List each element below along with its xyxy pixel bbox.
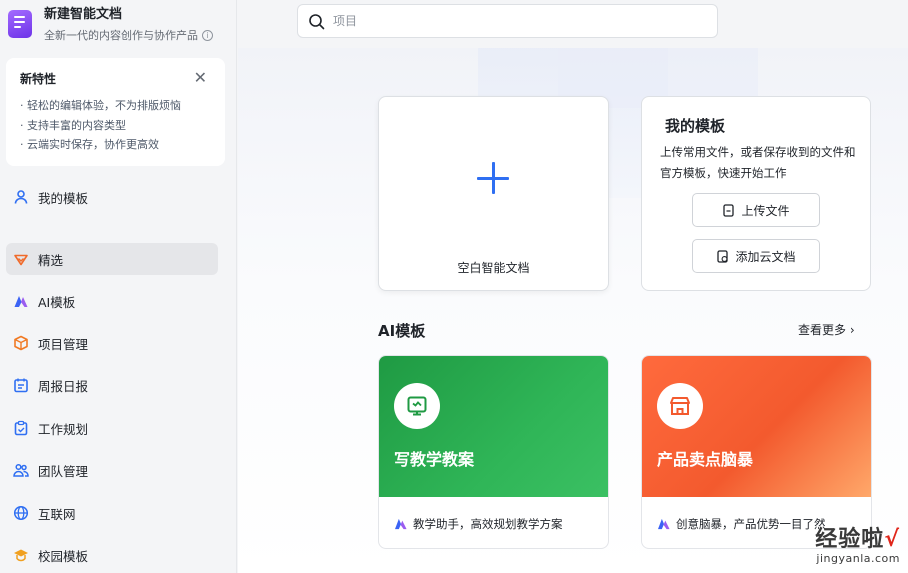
sidebar-item-label: 精选 [38, 252, 64, 268]
sidebar-item-my-templates[interactable]: 我的模板 [6, 181, 218, 213]
blank-smart-doc-card[interactable]: 空白智能文档 [378, 96, 609, 291]
my-templates-title: 我的模板 [665, 117, 726, 135]
my-templates-card: 我的模板 上传常用文件，或者保存收到的文件和官方模板，快速开始工作 上传文件 添… [641, 96, 871, 291]
sidebar-item-work-planning[interactable]: 工作规划 [6, 412, 218, 444]
blank-doc-label: 空白智能文档 [457, 261, 530, 275]
feature-item: · 轻松的编辑体验，不为排版烦恼 [20, 99, 181, 112]
template-card-teaching-plan[interactable]: 写教学教案 教学助手，高效规划教学方案 [378, 355, 609, 549]
brand-title: 新建智能文档 [44, 7, 123, 22]
sidebar-item-weekly-daily[interactable]: 周报日报 [6, 369, 218, 401]
watermark-url: jingyanla.com [816, 552, 900, 565]
user-icon [13, 189, 29, 205]
view-more-link[interactable]: 查看更多 › [798, 321, 855, 338]
feature-card-title: 新特性 [20, 72, 57, 86]
team-icon [13, 462, 29, 478]
doc-logo-icon [8, 10, 32, 38]
search-icon [309, 13, 325, 29]
sidebar-item-label: 工作规划 [38, 421, 89, 437]
sidebar-item-internet[interactable]: 互联网 [6, 497, 218, 529]
ai-logo-icon [395, 518, 407, 529]
ai-logo-icon [658, 518, 670, 529]
sidebar-item-team-management[interactable]: 团队管理 [6, 454, 218, 486]
template-card-banner: 写教学教案 [379, 356, 608, 497]
template-card-title: 产品卖点脑暴 [657, 450, 754, 469]
sidebar-item-label: 团队管理 [38, 463, 89, 479]
selected-icon [13, 251, 29, 267]
watermark-text: 经验啦 [815, 527, 885, 552]
sidebar-item-label: 互联网 [38, 506, 76, 522]
search-input[interactable] [333, 14, 693, 28]
upload-file-button[interactable]: 上传文件 [692, 193, 820, 227]
sidebar-item-label: 我的模板 [38, 190, 89, 206]
plus-icon [477, 162, 509, 194]
lesson-board-icon [394, 383, 440, 429]
template-card-title: 写教学教案 [394, 450, 475, 469]
template-card-description: 教学助手，高效规划教学方案 [413, 516, 563, 531]
brand-subtitle: 全新一代的内容创作与协作产品 [44, 29, 198, 42]
feature-item: · 云端实时保存，协作更高效 [20, 138, 159, 151]
clipboard-icon [13, 420, 29, 436]
add-cloud-doc-button[interactable]: 添加云文档 [692, 239, 820, 273]
sidebar: 新建智能文档 全新一代的内容创作与协作产品 i 新特性 ✕ · 轻松的编辑体验，… [0, 0, 237, 573]
brand-header[interactable]: 新建智能文档 全新一代的内容创作与协作产品 i [8, 6, 213, 43]
ai-logo-icon [13, 293, 29, 309]
close-icon[interactable]: ✕ [194, 70, 207, 86]
main-content: 空白智能文档 我的模板 上传常用文件，或者保存收到的文件和官方模板，快速开始工作… [238, 48, 908, 573]
watermark: 经验啦√ jingyanla.com [815, 527, 900, 566]
sidebar-item-ai-templates[interactable]: AI模板 [6, 285, 218, 317]
template-card-description: 创意脑暴，产品优势一目了然 [676, 516, 826, 531]
upload-file-label: 上传文件 [741, 203, 790, 218]
box-icon [13, 335, 29, 351]
sidebar-item-campus[interactable]: 校园模板 [6, 539, 218, 571]
info-icon[interactable]: i [202, 29, 213, 41]
add-cloud-doc-label: 添加云文档 [735, 249, 796, 264]
sidebar-item-label: 项目管理 [38, 336, 89, 352]
my-templates-description: 上传常用文件，或者保存收到的文件和官方模板，快速开始工作 [660, 145, 856, 180]
file-icon [723, 203, 735, 217]
sidebar-item-featured[interactable]: 精选 [6, 243, 218, 275]
template-card-banner: 产品卖点脑暴 [642, 356, 871, 497]
ai-templates-section-title: AI模板 [378, 322, 426, 340]
check-icon: √ [884, 527, 900, 552]
cloud-doc-icon [717, 249, 729, 263]
sidebar-item-label: AI模板 [38, 294, 76, 310]
sidebar-item-label: 校园模板 [38, 548, 89, 564]
feature-item: · 支持丰富的内容类型 [20, 118, 126, 132]
search-box[interactable] [297, 4, 718, 38]
new-features-card: 新特性 ✕ · 轻松的编辑体验，不为排版烦恼 · 支持丰富的内容类型 · 云端实… [6, 58, 225, 166]
top-bar [237, 0, 908, 48]
graduation-icon [13, 547, 29, 563]
sidebar-item-project-management[interactable]: 项目管理 [6, 327, 218, 359]
calendar-icon [13, 377, 29, 393]
template-card-product-brainstorm[interactable]: 产品卖点脑暴 创意脑暴，产品优势一目了然 [641, 355, 872, 549]
shop-icon [657, 383, 703, 429]
sidebar-item-label: 周报日报 [38, 378, 89, 394]
globe-icon [13, 505, 29, 521]
